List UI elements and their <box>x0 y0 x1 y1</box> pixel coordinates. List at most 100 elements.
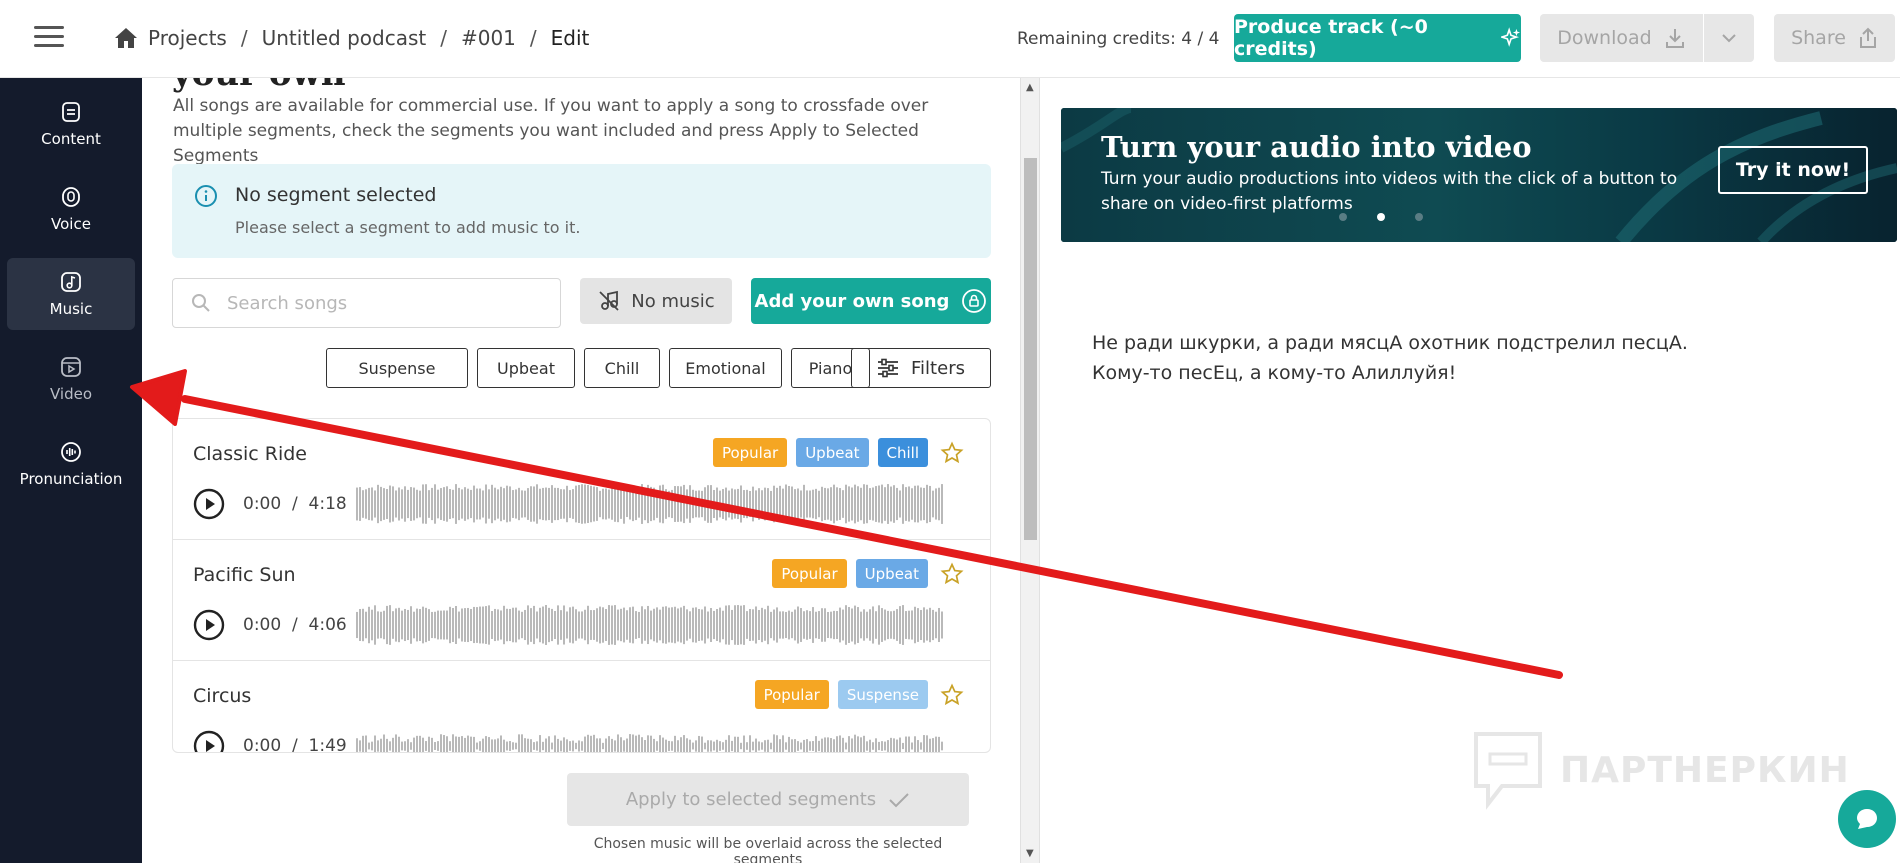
favorite-star-icon[interactable] <box>940 440 964 465</box>
music-panel: your own All songs are available for com… <box>142 78 1027 863</box>
song-search <box>172 278 561 328</box>
breadcrumb-projects[interactable]: Projects <box>148 26 227 50</box>
top-bar: Projects / Untitled podcast / #001 / Edi… <box>0 0 1900 78</box>
song-list: Classic Ride Popular Upbeat Chill 0:00 /… <box>172 418 991 753</box>
sidebar-item-video[interactable]: Video <box>7 343 135 415</box>
song-row[interactable]: Circus Popular Suspense 0:00 / 1:49 <box>173 661 990 753</box>
panel-divider <box>1039 78 1040 863</box>
breadcrumb-podcast[interactable]: Untitled podcast <box>262 26 427 50</box>
apply-to-segments-button[interactable]: Apply to selected segments <box>567 773 969 826</box>
video-icon <box>61 357 81 377</box>
breadcrumb-separator: / <box>440 26 447 50</box>
chip-chill[interactable]: Chill <box>584 348 660 388</box>
chat-icon <box>1857 809 1877 829</box>
add-own-song-button[interactable]: Add your own song <box>751 278 991 324</box>
badge-chill: Chill <box>877 438 928 467</box>
chip-upbeat[interactable]: Upbeat <box>477 348 575 388</box>
sidebar-item-label: Video <box>49 385 93 403</box>
song-duration: 1:49 <box>308 736 347 753</box>
sliders-icon <box>878 358 899 378</box>
lock-icon <box>962 289 987 313</box>
waveform-icon <box>61 442 81 462</box>
download-options-button[interactable] <box>1704 14 1754 62</box>
song-title: Pacific Sun <box>193 564 296 586</box>
scroll-up-arrow-icon[interactable]: ▲ <box>1026 82 1034 93</box>
try-it-now-button[interactable]: Try it now! <box>1718 146 1868 194</box>
sidebar-item-pronunciation[interactable]: Pronunciation <box>7 428 135 500</box>
music-description: All songs are available for commercial u… <box>173 96 929 166</box>
play-icon[interactable] <box>193 488 225 520</box>
watermark: ПАРТНЕРКИН <box>1472 730 1850 810</box>
script-line: Кому-то песЕц, а кому-то Алиллуйя! <box>1092 362 1457 384</box>
alert-subtitle: Please select a segment to add music to … <box>235 218 581 237</box>
alert-title: No segment selected <box>235 184 437 206</box>
script-line: Не ради шкурки, а ради мясцА охотник под… <box>1092 332 1688 354</box>
play-icon[interactable] <box>193 609 225 641</box>
breadcrumb-separator: / <box>529 26 537 50</box>
share-label: Share <box>1791 27 1846 49</box>
add-own-song-label: Add your own song <box>754 290 950 312</box>
play-icon[interactable] <box>193 730 225 753</box>
produce-track-button[interactable]: Produce track (~0 credits) <box>1234 14 1521 62</box>
favorite-star-icon[interactable] <box>940 682 964 707</box>
sidebar-item-label: Content <box>41 130 101 148</box>
banner-title: Turn your audio into video <box>1101 130 1532 164</box>
sidebar-item-voice[interactable]: Voice <box>7 173 135 245</box>
chip-emotional[interactable]: Emotional <box>669 348 782 388</box>
chevron-down-icon <box>1722 34 1736 43</box>
song-title: Circus <box>193 685 252 707</box>
music-note-icon <box>61 272 81 292</box>
song-time: 0:00 / 4:18 <box>243 494 347 514</box>
song-waveform[interactable] <box>355 725 945 753</box>
microphone-icon <box>62 187 80 207</box>
search-icon <box>192 294 210 312</box>
apply-label: Apply to selected segments <box>625 789 877 810</box>
document-icon <box>62 102 80 122</box>
credits-counter: Remaining credits: 4 / 4 <box>1017 29 1220 49</box>
watermark-text: ПАРТНЕРКИН <box>1560 749 1850 791</box>
badge-popular: Popular <box>754 680 829 709</box>
search-input[interactable] <box>227 292 547 314</box>
carousel-dot-active[interactable] <box>1377 213 1385 221</box>
carousel-dots <box>1339 213 1423 221</box>
song-row[interactable]: Classic Ride Popular Upbeat Chill 0:00 /… <box>173 419 990 540</box>
sidebar: Content Voice Music Video Pronunciation <box>0 78 142 863</box>
breadcrumb-separator: / <box>240 26 248 50</box>
no-segment-alert: No segment selected Please select a segm… <box>172 164 991 258</box>
sidebar-item-music[interactable]: Music <box>7 258 135 330</box>
breadcrumb-episode[interactable]: #001 <box>461 26 516 50</box>
chat-button[interactable] <box>1838 790 1896 848</box>
breadcrumb: Projects / Untitled podcast / #001 / Edi… <box>114 26 589 50</box>
song-current-time: 0:00 <box>243 494 282 514</box>
song-time: 0:00 / 4:06 <box>243 615 347 635</box>
download-button[interactable]: Download <box>1540 14 1703 62</box>
carousel-dot[interactable] <box>1415 213 1423 221</box>
favorite-star-icon[interactable] <box>940 561 964 586</box>
sidebar-item-label: Music <box>49 300 93 318</box>
carousel-dot[interactable] <box>1339 213 1347 221</box>
badge-upbeat: Upbeat <box>796 438 869 467</box>
produce-track-label: Produce track (~0 credits) <box>1234 16 1428 60</box>
panel-scrollbar[interactable]: ▲ ▼ <box>1020 78 1039 863</box>
song-badges: Popular Upbeat Chill <box>712 438 964 467</box>
badge-suspense: Suspense <box>837 680 928 709</box>
song-waveform[interactable] <box>355 604 945 646</box>
download-label: Download <box>1557 27 1652 49</box>
song-badges: Popular Suspense <box>754 680 964 709</box>
share-button[interactable]: Share <box>1774 14 1895 62</box>
banner-subtitle: Turn your audio productions into videos … <box>1101 169 1678 214</box>
chip-suspense[interactable]: Suspense <box>326 348 468 388</box>
song-waveform[interactable] <box>355 483 945 525</box>
home-icon[interactable] <box>114 27 138 49</box>
scrollbar-thumb[interactable] <box>1024 158 1037 540</box>
sidebar-item-content[interactable]: Content <box>7 88 135 160</box>
song-duration: 4:18 <box>308 494 347 514</box>
no-music-button[interactable]: No music <box>580 278 732 324</box>
song-badges: Popular Upbeat <box>772 559 964 588</box>
script-text[interactable]: Не ради шкурки, а ради мясцА охотник под… <box>1092 328 1688 388</box>
song-row[interactable]: Pacific Sun Popular Upbeat 0:00 / 4:06 <box>173 540 990 661</box>
filters-button[interactable]: Filters <box>851 348 991 388</box>
scroll-down-arrow-icon[interactable]: ▼ <box>1026 848 1034 859</box>
hamburger-menu-icon[interactable] <box>34 26 64 48</box>
badge-upbeat: Upbeat <box>855 559 928 588</box>
